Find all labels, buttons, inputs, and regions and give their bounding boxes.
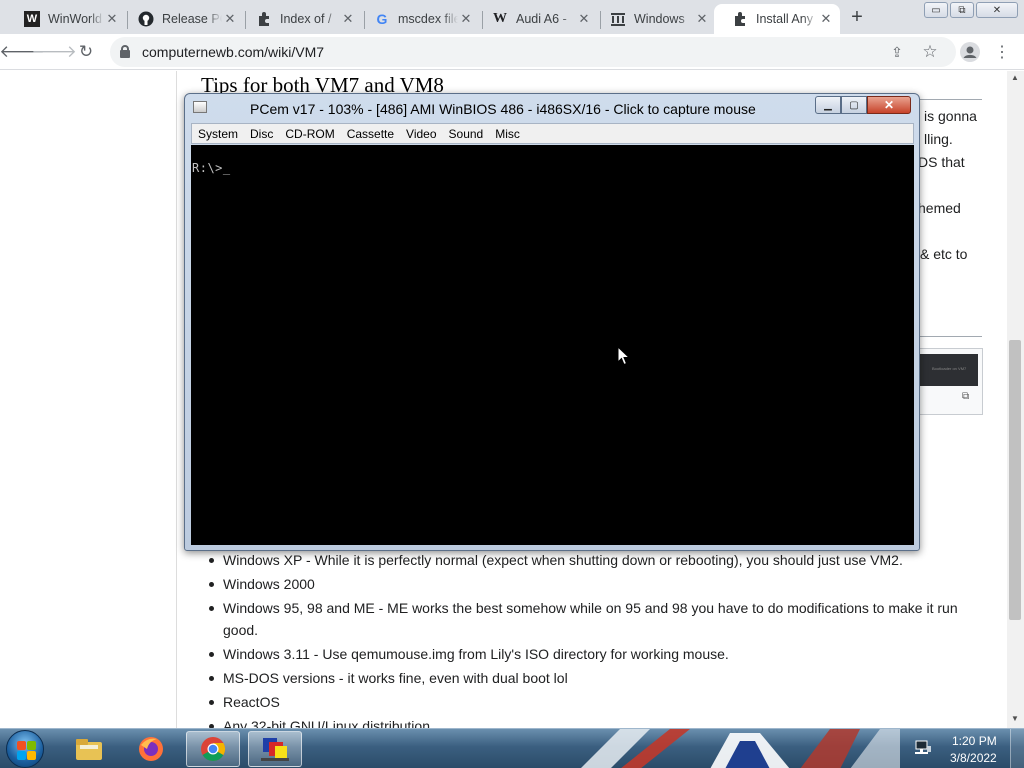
text-fragment: hemed: [918, 200, 961, 216]
tab-title: WinWorld: [48, 12, 102, 26]
start-button[interactable]: [6, 730, 44, 768]
reload-icon[interactable]: ↻: [74, 40, 98, 64]
content-border: [176, 71, 177, 728]
menu-cd-rom[interactable]: CD-ROM: [279, 127, 340, 141]
emulator-screen[interactable]: R:\>_: [191, 145, 914, 545]
thumbnail-image[interactable]: Bootloader on VM7: [918, 354, 978, 386]
taskbar-explorer[interactable]: [62, 731, 116, 767]
pcem-window[interactable]: PCem v17 - 103% - [486] AMI WinBIOS 486 …: [184, 93, 920, 551]
list-item: Windows 2000: [205, 573, 975, 595]
text-fragment: is gonna: [924, 108, 977, 124]
tab-title: Index of /: [280, 12, 332, 26]
taskbar-chrome[interactable]: [186, 731, 240, 767]
show-desktop-button[interactable]: [1010, 729, 1024, 768]
tab-close-icon[interactable]: ✕: [458, 11, 474, 27]
image-thumbnail[interactable]: Bootloader on VM7 ⧉: [912, 348, 983, 415]
menu-disc[interactable]: Disc: [244, 127, 279, 141]
archive-icon: [610, 11, 626, 27]
tab-close-icon[interactable]: ✕: [576, 11, 592, 27]
firefox-icon: [139, 737, 163, 761]
menu-video[interactable]: Video: [400, 127, 442, 141]
pcem-menubar: System Disc CD-ROM Cassette Video Sound …: [191, 123, 914, 144]
tab-title: Windows: [634, 12, 685, 26]
taskbar-pcem[interactable]: [248, 731, 302, 767]
address-bar[interactable]: computernewb.com/wiki/VM7 ⇪ ☆: [110, 37, 956, 67]
list-item: MS-DOS versions - it works fine, even wi…: [205, 667, 975, 689]
tab-strip: W WinWorld ✕ Release PCem ✕ Index of / ✕…: [0, 0, 1024, 34]
tab-title: Release PCem: [162, 12, 222, 26]
puzzle-icon: [732, 11, 748, 27]
menu-sound[interactable]: Sound: [443, 127, 490, 141]
pcem-maximize-button[interactable]: ▢: [841, 96, 867, 114]
chrome-icon: [201, 737, 226, 762]
wallpaper-art-icon: [581, 729, 900, 768]
tab-mscdex[interactable]: G mscdex file ✕: [356, 4, 480, 34]
section-rule: [912, 336, 982, 337]
mouse-cursor-icon: [617, 346, 631, 366]
lock-icon[interactable]: [120, 45, 130, 58]
browser-restore-button[interactable]: ⧉: [950, 2, 974, 18]
tab-audi-a6[interactable]: W Audi A6 - ✕: [474, 4, 598, 34]
list-item: Windows 95, 98 and ME - ME works the bes…: [205, 597, 975, 641]
text-fragment: DS that: [918, 154, 965, 170]
forward-arrow-icon[interactable]: 🡒: [31, 40, 77, 64]
tab-title: Install Any: [756, 12, 813, 26]
taskbar-firefox[interactable]: [124, 731, 178, 767]
share-icon[interactable]: ⇪: [888, 43, 906, 61]
bookmark-star-icon[interactable]: ☆: [920, 42, 940, 62]
puzzle-icon: [256, 11, 272, 27]
enlarge-icon[interactable]: ⧉: [962, 391, 974, 402]
pcem-close-button[interactable]: ✕: [867, 96, 911, 114]
tab-close-icon[interactable]: ✕: [818, 11, 834, 27]
github-icon: [138, 11, 154, 27]
clock-time[interactable]: 1:20 PM: [952, 734, 997, 748]
clock-date[interactable]: 3/8/2022: [950, 751, 997, 765]
pcem-minimize-button[interactable]: ▁: [815, 96, 841, 114]
scroll-down-icon[interactable]: ▼: [1011, 714, 1019, 723]
wikipedia-favicon-icon: W: [493, 11, 507, 26]
pcem-icon: [261, 738, 289, 761]
browser-toolbar: 🡐 🡒 ↻ computernewb.com/wiki/VM7 ⇪ ☆ ⋮: [0, 34, 1024, 70]
winworld-favicon-icon: W: [24, 11, 40, 27]
dos-prompt: R:\>_: [192, 161, 231, 175]
os-list: Windows XP - While it is perfectly norma…: [205, 549, 975, 728]
pcem-title: PCem v17 - 103% - [486] AMI WinBIOS 486 …: [250, 101, 756, 117]
menu-kebab-icon[interactable]: ⋮: [990, 40, 1014, 64]
list-item: ReactOS: [205, 691, 975, 713]
text-fragment: lling.: [924, 131, 953, 147]
taskbar: 1:20 PM 3/8/2022: [0, 728, 1024, 768]
browser-minimize-button[interactable]: ▭: [924, 2, 948, 18]
tab-release-pcem[interactable]: Release PCem ✕: [120, 4, 244, 34]
browser-close-button[interactable]: ✕: [976, 2, 1018, 18]
url-text[interactable]: computernewb.com/wiki/VM7: [142, 44, 324, 60]
profile-avatar-icon[interactable]: [958, 40, 982, 64]
tab-close-icon[interactable]: ✕: [222, 11, 238, 27]
tab-winworld[interactable]: W WinWorld ✕: [6, 4, 126, 34]
tab-title: mscdex file: [398, 12, 458, 26]
scrollbar-thumb[interactable]: [1009, 340, 1021, 620]
text-fragment: & etc to: [920, 246, 968, 262]
tab-close-icon[interactable]: ✕: [104, 11, 120, 27]
tab-close-icon[interactable]: ✕: [340, 11, 356, 27]
scroll-up-icon[interactable]: ▲: [1011, 73, 1019, 82]
explorer-icon: [76, 739, 102, 760]
list-item: Any 32-bit GNU/Linux distribution: [205, 715, 975, 728]
menu-system[interactable]: System: [192, 127, 244, 141]
google-favicon-icon: G: [376, 11, 388, 27]
menu-cassette[interactable]: Cassette: [341, 127, 400, 141]
new-tab-button[interactable]: +: [846, 6, 868, 28]
network-icon[interactable]: [914, 740, 932, 756]
thumbnail-caption: Bootloader on VM7: [932, 366, 967, 371]
list-item: Windows 3.11 - Use qemumouse.img from Li…: [205, 643, 975, 665]
page-scrollbar[interactable]: ▲ ▼: [1007, 71, 1024, 728]
pcem-window-icon[interactable]: [193, 101, 207, 113]
tab-install-any[interactable]: Install Any ✕: [714, 4, 840, 34]
menu-misc[interactable]: Misc: [489, 127, 526, 141]
tab-index-of[interactable]: Index of / ✕: [238, 4, 362, 34]
tab-title: Audi A6 -: [516, 12, 567, 26]
list-item: Windows XP - While it is perfectly norma…: [205, 549, 975, 571]
tab-windows[interactable]: Windows ✕: [592, 4, 716, 34]
tab-close-icon[interactable]: ✕: [694, 11, 710, 27]
